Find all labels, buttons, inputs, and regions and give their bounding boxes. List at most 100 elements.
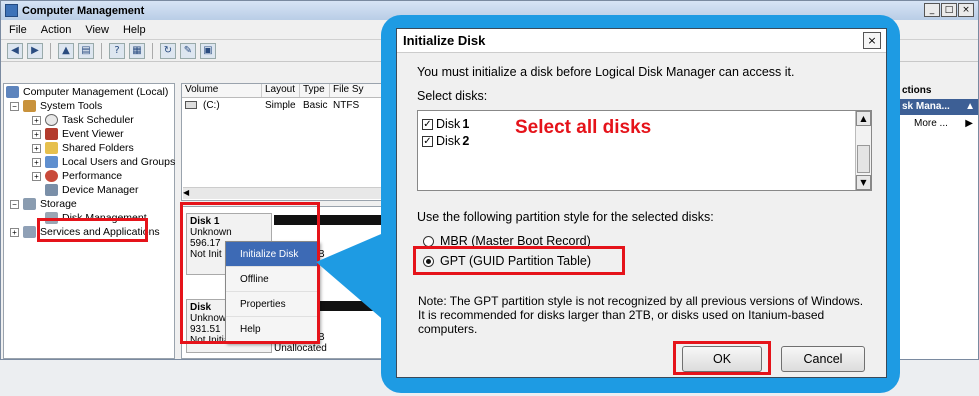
column-file-system[interactable]: File Sy	[330, 84, 385, 97]
disk-1-type: Unknown	[190, 227, 232, 238]
select-disks-label: Select disks:	[417, 89, 488, 103]
column-volume[interactable]: Volume	[182, 84, 262, 97]
scroll-thumb[interactable]	[857, 145, 870, 173]
table-row[interactable]: (C:) Simple Basic NTFS	[182, 98, 385, 112]
menu-help[interactable]: Help	[123, 24, 146, 36]
up-folder-icon[interactable]: ▲	[58, 42, 74, 59]
ok-button[interactable]: OK	[682, 346, 762, 372]
properties-icon[interactable]: ✎	[180, 42, 196, 59]
tree-item-device-manager[interactable]: Device Manager	[45, 183, 138, 197]
tree-item-local-users[interactable]: + Local Users and Groups	[32, 155, 175, 169]
users-icon	[45, 156, 58, 168]
radio-selected-icon[interactable]	[423, 255, 434, 267]
disk-2-option[interactable]: ✓ Disk 2	[422, 134, 469, 148]
expand-icon[interactable]: +	[32, 143, 41, 153]
refresh-icon[interactable]: ↻	[160, 42, 176, 59]
initialize-disk-dialog: Initialize Disk × You must initialize a …	[396, 28, 887, 378]
expand-icon[interactable]: +	[32, 129, 41, 139]
collapse-icon[interactable]: −	[10, 199, 19, 209]
minimize-button[interactable]: _	[924, 3, 940, 17]
disk-2-partition: Unallocated	[274, 343, 327, 354]
tree-item-performance[interactable]: + Performance	[32, 169, 122, 183]
shared-folder-icon	[45, 142, 58, 154]
menu-item-offline[interactable]: Offline	[226, 267, 318, 292]
tree-item-task-scheduler[interactable]: + Task Scheduler	[32, 113, 134, 127]
disk-list: ✓ Disk 1 ✓ Disk 2 Select all disks ▲ ▼	[417, 110, 872, 191]
device-manager-icon	[45, 184, 58, 196]
menu-view[interactable]: View	[85, 24, 109, 36]
disk-2-size: 931.51	[190, 324, 221, 335]
disk-1-name: Disk 1	[190, 216, 220, 227]
scroll-down-icon[interactable]: ▼	[856, 175, 871, 190]
tree-item-computer-management[interactable]: Computer Management (Local)	[6, 85, 168, 99]
back-icon[interactable]: ◀	[7, 42, 23, 59]
disk-1-bar	[274, 215, 386, 225]
menu-file[interactable]: File	[9, 24, 27, 36]
show-hide-tree-icon[interactable]: ▤	[78, 42, 94, 59]
menu-item-help[interactable]: Help	[226, 317, 318, 342]
disk-list-scrollbar[interactable]: ▲ ▼	[855, 111, 871, 190]
performance-icon	[45, 170, 58, 182]
view-icon[interactable]: ▦	[129, 42, 145, 59]
mbr-option[interactable]: MBR (Master Boot Record)	[423, 234, 591, 248]
column-type[interactable]: Type	[300, 84, 330, 97]
export-icon[interactable]: ▣	[200, 42, 216, 59]
close-button[interactable]: ×	[958, 3, 974, 17]
actions-more[interactable]: More ... ▶	[900, 115, 978, 133]
toolbar-separator	[50, 42, 51, 59]
volume-list: Volume Layout Type File Sy (C:) Simple B…	[181, 83, 386, 201]
checkbox-checked-icon[interactable]: ✓	[422, 135, 433, 147]
tree-item-disk-management[interactable]: Disk Management	[45, 211, 147, 225]
expand-icon[interactable]: +	[32, 115, 41, 125]
scroll-up-icon[interactable]: ▲	[856, 111, 871, 126]
services-icon	[23, 226, 36, 238]
chevron-right-icon: ▶	[965, 118, 973, 129]
column-layout[interactable]: Layout	[262, 84, 300, 97]
window-controls: _ □ ×	[924, 3, 974, 17]
select-all-disks-annotation: Select all disks	[515, 117, 652, 138]
expand-icon[interactable]: +	[10, 227, 19, 237]
event-viewer-icon	[45, 128, 58, 140]
disk-1-size: 596.17	[190, 238, 221, 249]
collapse-icon[interactable]: −	[10, 101, 19, 111]
window-title: Computer Management	[22, 4, 145, 17]
partition-style-label: Use the following partition style for th…	[417, 210, 714, 224]
forward-icon[interactable]: ▶	[27, 42, 43, 59]
menu-action[interactable]: Action	[41, 24, 72, 36]
context-menu: Initialize Disk Offline Properties Help	[225, 241, 319, 343]
drive-icon	[185, 101, 197, 109]
volume-name: (C:)	[203, 99, 220, 111]
clock-icon	[45, 114, 58, 126]
expand-icon[interactable]: +	[32, 171, 41, 181]
disk-icon	[45, 212, 58, 224]
maximize-button[interactable]: □	[941, 3, 957, 17]
actions-header: ctions	[900, 83, 978, 99]
tree-item-services-applications[interactable]: + Services and Applications	[10, 225, 160, 239]
toolbar-separator	[101, 42, 102, 59]
toolbar-separator	[152, 42, 153, 59]
computer-icon	[6, 86, 19, 98]
dialog-close-button[interactable]: ×	[863, 32, 881, 49]
checkbox-checked-icon[interactable]: ✓	[422, 118, 433, 130]
volume-layout: Simple	[265, 99, 296, 111]
menu-item-properties[interactable]: Properties	[226, 292, 318, 317]
tools-icon	[23, 100, 36, 112]
tree-item-system-tools[interactable]: − System Tools	[10, 99, 102, 113]
volume-fs: NTFS	[333, 99, 360, 111]
help-icon[interactable]: ?	[109, 42, 125, 59]
expand-icon[interactable]: +	[32, 157, 41, 167]
dialog-title: Initialize Disk	[397, 29, 886, 53]
radio-unselected-icon[interactable]	[423, 235, 434, 247]
volume-list-header: Volume Layout Type File Sy	[182, 84, 385, 98]
horizontal-scrollbar[interactable]: ◀	[183, 187, 383, 199]
disk-1-option[interactable]: ✓ Disk 1	[422, 117, 469, 131]
tree-item-storage[interactable]: − Storage	[10, 197, 77, 211]
volume-type: Basic	[303, 99, 328, 111]
actions-section-disk-management[interactable]: sk Mana... ▲	[900, 99, 978, 115]
gpt-option[interactable]: GPT (GUID Partition Table)	[423, 254, 591, 268]
tree-item-event-viewer[interactable]: + Event Viewer	[32, 127, 124, 141]
collapse-arrow-icon[interactable]: ▲	[965, 99, 975, 115]
tree-item-shared-folders[interactable]: + Shared Folders	[32, 141, 134, 155]
menu-item-initialize-disk[interactable]: Initialize Disk	[226, 242, 318, 267]
cancel-button[interactable]: Cancel	[781, 346, 865, 372]
